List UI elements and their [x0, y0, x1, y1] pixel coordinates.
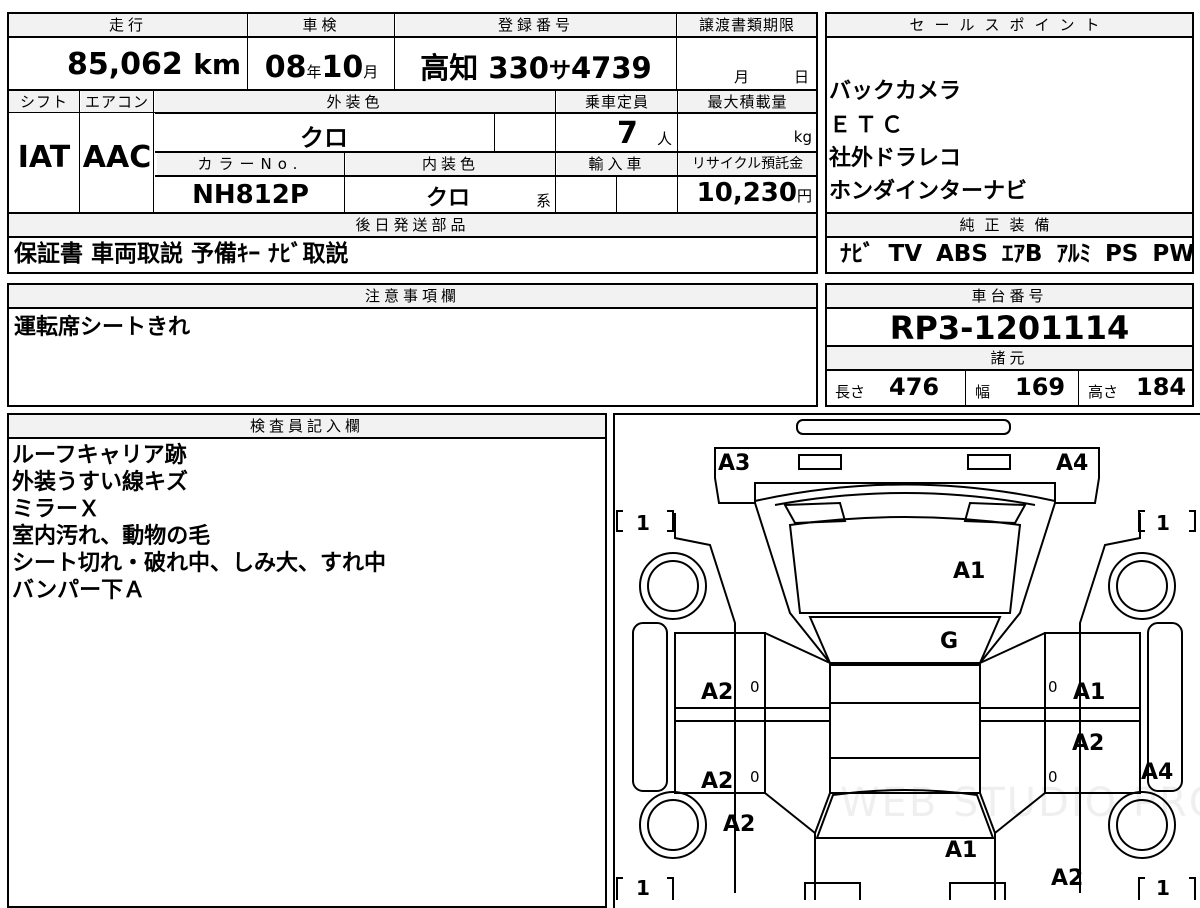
- capacity-value: 7 人: [557, 116, 677, 151]
- width-label: 幅: [975, 383, 991, 401]
- height-label: 高さ: [1088, 383, 1119, 401]
- tire-front-right: 1: [1156, 511, 1170, 535]
- chassis-number: RP3-1201114: [889, 309, 1130, 347]
- chassis-number-header: 車台番号: [827, 285, 1192, 307]
- interior-color-header: 内装色: [346, 153, 555, 175]
- registration-number: 高知 330サ4739: [396, 40, 676, 90]
- interior-color-text: クロ: [426, 186, 471, 211]
- mark-front-left-door: A2: [701, 680, 734, 705]
- mark-rear-left-door: A2: [701, 769, 734, 794]
- width-spec: 幅 169: [967, 371, 1077, 405]
- genuine-equipment-list: ﾅﾋﾞ TV ABS ｴｱB ｱﾙﾐ PS PW: [840, 241, 1195, 267]
- mileage-value: 85,062 km: [9, 40, 245, 90]
- sales-point-2: ＥＴＣ: [829, 113, 908, 138]
- sales-point-4: ホンダインターナビ: [829, 179, 1028, 204]
- sales-point-1: バックカメラ: [829, 79, 962, 104]
- inspector-note-3: ミラーＸ: [12, 497, 101, 522]
- car-diagram: [616, 419, 1196, 900]
- sales-point-3: 社外ドラレコ: [829, 146, 962, 171]
- year-unit: 年: [306, 63, 322, 81]
- caution-text: 運転席シートきれ: [14, 315, 191, 340]
- month-unit: 月: [363, 63, 379, 81]
- caution-header: 注意事項欄: [9, 285, 816, 307]
- recycle-unit: 円: [796, 187, 812, 205]
- transfer-day-unit: 日: [794, 68, 810, 86]
- length-label: 長さ: [835, 383, 866, 401]
- transfer-deadline-header: 譲渡書類期限: [678, 14, 816, 36]
- interior-color-value: クロ 系: [346, 178, 555, 211]
- watermark: WEB STUDIO PRO: [840, 780, 1200, 826]
- inspector-note-2: 外装うすい線キズ: [12, 470, 189, 495]
- mark-rear-right-door: A2: [1072, 731, 1105, 756]
- later-shipment-items: 保証書 車両取説 予備ｷｰ ﾅﾋﾞ取説: [14, 241, 349, 267]
- reg-area: 高知: [420, 51, 479, 85]
- color-no-value: NH812P: [192, 180, 309, 210]
- interior-color-unit: 系: [536, 192, 552, 210]
- mark-windshield: G: [940, 629, 959, 654]
- import-header: 輸入車: [557, 153, 677, 175]
- width-value: 169: [1015, 373, 1066, 401]
- reg-class-number: 330: [488, 51, 549, 85]
- length-spec: 長さ 476: [827, 371, 965, 405]
- inspection-year: 08: [264, 50, 307, 85]
- door-small-rear-left: 0: [750, 768, 760, 786]
- height-value: 184: [1136, 373, 1187, 401]
- inspector-notes-header: 検査員記入欄: [9, 415, 605, 437]
- max-load-value: kg: [679, 116, 816, 150]
- capacity-header: 乗車定員: [557, 91, 677, 113]
- max-load-unit: kg: [793, 128, 812, 146]
- mileage-header: 走行: [9, 14, 247, 36]
- tire-rear-left: 1: [636, 876, 650, 900]
- reg-serial: 4739: [570, 51, 652, 85]
- recycle-value: 10,230円: [679, 178, 816, 210]
- max-load-header: 最大積載量: [679, 91, 816, 113]
- inspector-note-6: バンパー下Ａ: [12, 578, 146, 603]
- capacity-number: 7: [617, 116, 638, 151]
- capacity-unit: 人: [657, 130, 673, 148]
- recycle-header: リサイクル預託金: [679, 153, 816, 175]
- tire-rear-right: 1: [1156, 876, 1170, 900]
- inspector-note-4: 室内汚れ、動物の毛: [12, 524, 211, 549]
- later-shipment-header: 後日発送部品: [9, 214, 816, 236]
- mark-rear-right-corner: A2: [1051, 866, 1084, 891]
- mark-front-left-corner: A3: [718, 451, 751, 476]
- mark-hood: A1: [953, 559, 986, 584]
- ac-value: AAC: [82, 140, 152, 175]
- mark-front-right-corner: A4: [1056, 451, 1089, 476]
- genuine-equipment-header: 純正装備: [827, 214, 1192, 236]
- transfer-month-unit: 月: [734, 68, 750, 86]
- inspection-date: 08年10月: [249, 40, 394, 90]
- mark-left-rear-wheel: A2: [723, 812, 756, 837]
- inspection-month: 10: [321, 50, 364, 85]
- shift-header: シフト: [9, 91, 79, 113]
- shift-value: IAT: [17, 140, 71, 175]
- mileage-number: 85,062: [66, 47, 183, 82]
- ac-header: エアコン: [81, 91, 153, 113]
- reg-kana: サ: [548, 59, 571, 84]
- door-small-front-right: 0: [1048, 678, 1058, 696]
- mark-front-right-door: A1: [1073, 680, 1106, 705]
- tire-front-left: 1: [636, 511, 650, 535]
- exterior-color-header: 外装色: [155, 91, 555, 113]
- inspector-note-5: シート切れ・破れ中、しみ大、すれ中: [12, 551, 387, 576]
- mileage-unit: km: [193, 48, 241, 81]
- mark-rear-roof: A1: [945, 838, 978, 863]
- height-spec: 高さ 184: [1080, 371, 1192, 405]
- exterior-color-value: クロ: [300, 124, 348, 152]
- color-no-header: カラーNo.: [157, 153, 344, 175]
- registration-header: 登録番号: [396, 14, 676, 36]
- recycle-amount: 10,230: [696, 178, 797, 208]
- door-small-front-left: 0: [750, 678, 760, 696]
- transfer-deadline-value: 月 日: [678, 40, 816, 90]
- inspector-note-1: ルーフキャリア跡: [12, 443, 187, 468]
- sales-points-header: セールスポイント: [827, 14, 1192, 36]
- specs-header: 諸元: [827, 347, 1192, 369]
- inspection-header: 車検: [249, 14, 394, 36]
- length-value: 476: [889, 373, 940, 401]
